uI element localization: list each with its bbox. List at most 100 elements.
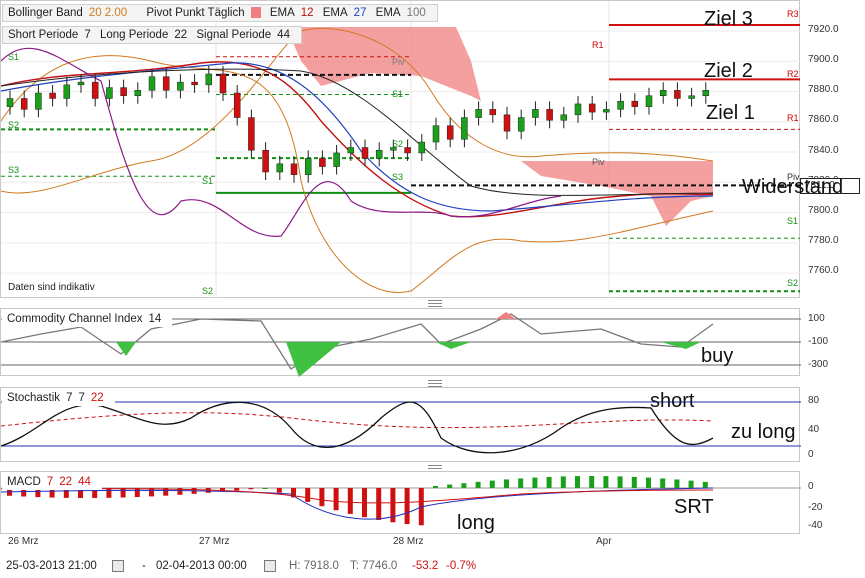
macd-bar bbox=[660, 478, 666, 488]
candle-body bbox=[177, 81, 184, 91]
annotation-zu-long: zu long bbox=[731, 421, 796, 443]
panel-resize-handle[interactable] bbox=[428, 380, 442, 387]
macd-bar bbox=[475, 481, 481, 488]
macd-bar bbox=[532, 477, 538, 488]
price-tick: 7760.0 bbox=[808, 265, 839, 276]
stoch-p2: 7 bbox=[78, 392, 85, 404]
ema27-label: EMA bbox=[322, 7, 348, 19]
candle-body bbox=[674, 90, 681, 99]
candle-body bbox=[574, 103, 582, 116]
macd-bar bbox=[489, 480, 495, 488]
candle-body bbox=[702, 90, 710, 97]
ema100-label: EMA bbox=[375, 7, 401, 19]
candle-body bbox=[446, 125, 454, 140]
ema12-label: EMA bbox=[269, 7, 295, 19]
signal-label: Signal Periode bbox=[196, 29, 272, 41]
candle-body bbox=[319, 158, 326, 167]
cci-fill bbox=[286, 342, 341, 377]
macd-bar bbox=[688, 480, 694, 488]
pivot-label-s3b: S3 bbox=[392, 172, 404, 182]
panel-resize-handle[interactable] bbox=[428, 300, 442, 307]
annotation-long: long bbox=[457, 512, 495, 534]
candle-body bbox=[106, 87, 113, 99]
macd-bar bbox=[347, 488, 353, 514]
stoch-p1: 7 bbox=[66, 392, 73, 404]
macd-bar bbox=[674, 479, 680, 488]
pivot-label-r1-mid: R1 bbox=[592, 40, 604, 50]
macd-bar bbox=[646, 477, 651, 488]
price-tick: 7920.0 bbox=[808, 24, 839, 35]
candle-body bbox=[191, 81, 198, 86]
range-low: T: 7746.0 bbox=[350, 560, 398, 572]
stoch-line bbox=[1, 401, 714, 454]
cloud-swatch bbox=[250, 7, 261, 19]
date-tick: 27 Mrz bbox=[199, 536, 230, 547]
pivot-label-s1c: S1 bbox=[202, 176, 214, 186]
candle-body bbox=[404, 147, 411, 154]
candle-body bbox=[532, 109, 539, 118]
range-dash: - bbox=[142, 560, 146, 572]
stochastic-legend[interactable]: Stochastik 7 7 22 bbox=[2, 390, 115, 406]
candle-body bbox=[148, 76, 156, 91]
candle-body bbox=[77, 81, 85, 86]
signal-val: 44 bbox=[277, 29, 290, 41]
pivot-label-r3: R3 bbox=[787, 9, 799, 19]
macd-legend[interactable]: MACD 7 22 44 bbox=[2, 474, 102, 490]
candle-body bbox=[475, 109, 482, 118]
calendar-icon[interactable] bbox=[112, 560, 124, 572]
stoch-tick: 0 bbox=[808, 449, 814, 460]
price-tick: 7880.0 bbox=[808, 84, 839, 95]
candle-body bbox=[503, 114, 511, 132]
macd-bar bbox=[461, 483, 467, 488]
candle-body bbox=[205, 73, 213, 86]
ema27-val: 27 bbox=[353, 7, 367, 19]
pivot-label-r2: R2 bbox=[787, 69, 799, 79]
cci-label: Commodity Channel Index bbox=[7, 313, 143, 325]
macd-bar bbox=[319, 488, 325, 507]
price-panel[interactable] bbox=[0, 0, 801, 299]
macd-bar bbox=[262, 488, 268, 489]
candle-body bbox=[49, 92, 56, 99]
pivot-label-r1: R1 bbox=[787, 113, 799, 123]
pivot-label-s1-right: S1 bbox=[787, 216, 799, 226]
macd-bar bbox=[447, 484, 453, 488]
pivot-label-s3: S3 bbox=[8, 165, 20, 175]
candle-body bbox=[162, 76, 170, 91]
bollinger-label: Bollinger Band bbox=[8, 7, 83, 19]
bollinger-params: 20 2.00 bbox=[88, 7, 128, 19]
candle-body bbox=[517, 117, 525, 132]
annotation-ziel3: Ziel 3 bbox=[704, 8, 753, 30]
candle-body bbox=[418, 141, 426, 154]
macd-tick: -40 bbox=[808, 520, 823, 531]
candle-body bbox=[304, 158, 312, 175]
ema100-val: 100 bbox=[406, 7, 426, 19]
macd-tick: -20 bbox=[808, 502, 823, 513]
macd-bar bbox=[333, 488, 339, 511]
candle-body bbox=[276, 163, 284, 173]
candle-body bbox=[6, 98, 14, 107]
indicator-legend-row2[interactable]: Short Periode 7 Long Periode 22 Signal Per… bbox=[2, 26, 302, 44]
candle-body bbox=[546, 109, 553, 121]
macd-bar bbox=[248, 488, 254, 490]
annotation-buy: buy bbox=[701, 345, 734, 367]
range-end: 02-04-2013 00:00 bbox=[156, 560, 247, 572]
candle-body bbox=[617, 100, 624, 110]
pivot-label-s2-right: S2 bbox=[787, 278, 799, 288]
candle-body bbox=[489, 109, 497, 116]
candle-body bbox=[631, 100, 639, 107]
short-val: 7 bbox=[84, 29, 91, 41]
candle-body bbox=[461, 117, 468, 140]
chart-window: Bollinger Band 20 2.00 Pivot Punkt Täglic… bbox=[0, 0, 865, 578]
macd-bar bbox=[504, 479, 509, 488]
cci-legend[interactable]: Commodity Channel Index 14 bbox=[2, 311, 173, 327]
data-disclaimer: Daten sind indikativ bbox=[8, 282, 95, 293]
indicator-legend-row1[interactable]: Bollinger Band 20 2.00 Pivot Punkt Täglic… bbox=[2, 4, 438, 22]
candle-body bbox=[347, 147, 355, 154]
candle-body bbox=[35, 92, 42, 110]
macd-p1: 7 bbox=[46, 476, 54, 488]
macd-bar bbox=[617, 476, 623, 488]
calendar-icon[interactable] bbox=[264, 560, 276, 572]
macd-bar bbox=[546, 476, 552, 488]
macd-bar bbox=[518, 478, 524, 488]
long-val: 22 bbox=[174, 29, 188, 41]
